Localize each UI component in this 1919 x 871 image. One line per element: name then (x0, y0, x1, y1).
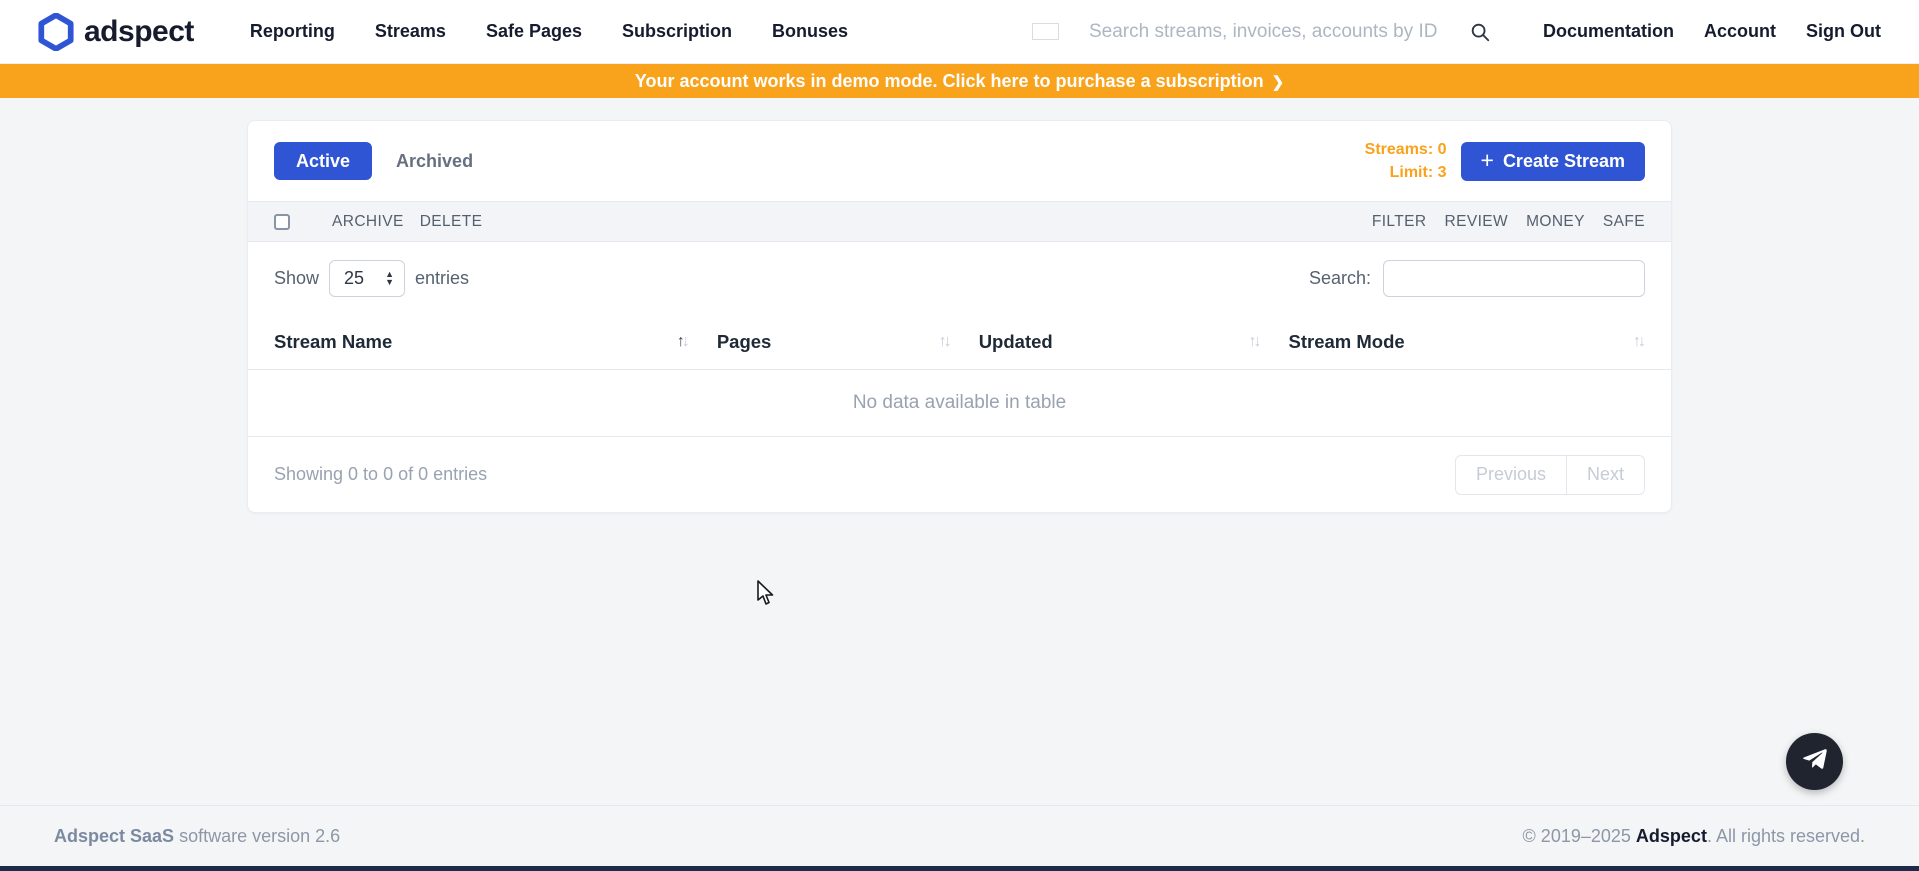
top-nav-bar: adspect Reporting Streams Safe Pages Sub… (0, 0, 1919, 64)
search-icon[interactable] (1469, 21, 1491, 43)
nav-item-safe-pages[interactable]: Safe Pages (486, 21, 582, 42)
footer-copyright: © 2019–2025 Adspect. All rights reserved… (1523, 826, 1865, 847)
plus-icon: + (1481, 147, 1494, 174)
table-empty-message: No data available in table (248, 370, 1671, 437)
page-footer: Adspect SaaS software version 2.6 © 2019… (0, 805, 1919, 866)
previous-page-button[interactable]: Previous (1455, 455, 1567, 495)
nav-item-sign-out[interactable]: Sign Out (1806, 21, 1881, 42)
bulk-actions-toolbar: ARCHIVE DELETE FILTER REVIEW MONEY SAFE (248, 201, 1671, 242)
review-toggle[interactable]: REVIEW (1445, 213, 1509, 231)
filter-toggle[interactable]: FILTER (1372, 213, 1427, 231)
primary-nav: Reporting Streams Safe Pages Subscriptio… (250, 21, 848, 42)
streams-card: Active Archived Streams: 0 Limit: 3 + Cr… (247, 120, 1672, 513)
main-content: Active Archived Streams: 0 Limit: 3 + Cr… (0, 120, 1919, 513)
select-spinner-icon: ▲▼ (385, 271, 394, 286)
nav-item-account[interactable]: Account (1704, 21, 1776, 42)
nav-item-streams[interactable]: Streams (375, 21, 446, 42)
column-header-stream-mode[interactable]: Stream Mode ↑↓ (1289, 331, 1645, 353)
table-search-label: Search: (1309, 268, 1371, 289)
hexagon-logo-icon (38, 13, 74, 51)
money-toggle[interactable]: MONEY (1526, 213, 1585, 231)
telegram-button[interactable] (1786, 733, 1843, 790)
tab-active[interactable]: Active (274, 142, 372, 180)
nav-right-group: Documentation Account Sign Out (1032, 21, 1881, 43)
column-header-stream-name[interactable]: Stream Name ↑↓ (274, 331, 717, 353)
sort-icon: ↑↓ (1249, 333, 1259, 351)
chevron-right-icon: ❯ (1272, 73, 1285, 91)
streams-limit: Limit: 3 (1365, 161, 1447, 184)
create-stream-button[interactable]: + Create Stream (1461, 142, 1646, 181)
show-label: Show (274, 268, 319, 289)
select-all-checkbox[interactable] (274, 214, 290, 230)
global-search-input[interactable] (1089, 21, 1461, 43)
sort-icon: ↑↓ (1633, 333, 1643, 351)
mouse-cursor (756, 580, 778, 611)
sort-icon: ↑↓ (677, 333, 687, 351)
pagination: Previous Next (1455, 455, 1645, 495)
demo-mode-banner[interactable]: Your account works in demo mode. Click h… (0, 64, 1919, 98)
column-header-updated[interactable]: Updated ↑↓ (979, 331, 1289, 353)
table-search-input[interactable] (1383, 260, 1645, 297)
page-size-select[interactable]: 25 ▲▼ (329, 260, 405, 297)
delete-action[interactable]: DELETE (420, 213, 483, 231)
entries-label: entries (415, 268, 469, 289)
column-header-pages[interactable]: Pages ↑↓ (717, 331, 979, 353)
brand-logo[interactable]: adspect (38, 13, 194, 51)
safe-toggle[interactable]: SAFE (1603, 213, 1645, 231)
card-footer-row: Showing 0 to 0 of 0 entries Previous Nex… (248, 437, 1671, 512)
table-controls-row: Show 25 ▲▼ entries Search: (248, 242, 1671, 315)
bottom-edge (0, 866, 1919, 871)
entries-summary: Showing 0 to 0 of 0 entries (274, 464, 487, 485)
sort-icon: ↑↓ (939, 333, 949, 351)
demo-banner-text: Your account works in demo mode. Click h… (635, 71, 1264, 92)
russian-flag-icon[interactable] (1032, 23, 1059, 40)
brand-name: adspect (84, 15, 194, 49)
streams-count: Streams: 0 (1365, 138, 1447, 161)
footer-version: Adspect SaaS software version 2.6 (54, 826, 340, 847)
card-header-row: Active Archived Streams: 0 Limit: 3 + Cr… (248, 121, 1671, 201)
nav-item-bonuses[interactable]: Bonuses (772, 21, 848, 42)
telegram-icon (1801, 746, 1829, 777)
nav-item-documentation[interactable]: Documentation (1543, 21, 1674, 42)
archive-action[interactable]: ARCHIVE (332, 213, 404, 231)
nav-item-subscription[interactable]: Subscription (622, 21, 732, 42)
stream-quota: Streams: 0 Limit: 3 (1365, 138, 1447, 184)
next-page-button[interactable]: Next (1567, 455, 1645, 495)
table-header-row: Stream Name ↑↓ Pages ↑↓ Updated ↑↓ Strea… (248, 315, 1671, 370)
tab-archived[interactable]: Archived (396, 151, 473, 172)
nav-item-reporting[interactable]: Reporting (250, 21, 335, 42)
